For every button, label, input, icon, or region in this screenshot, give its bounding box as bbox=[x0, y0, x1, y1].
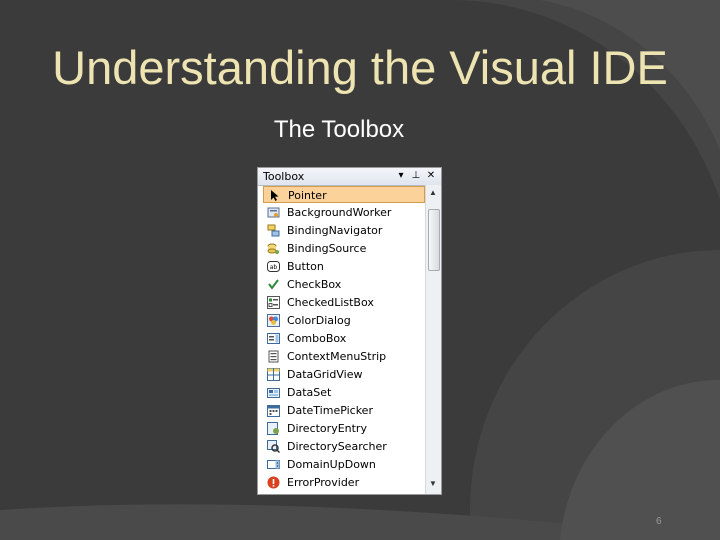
toolbox-header: Toolbox ▾ ⊥ ✕ bbox=[258, 168, 441, 186]
slide-subtitle: The Toolbox bbox=[273, 116, 405, 143]
toolbox-item-label: Button bbox=[287, 260, 324, 273]
pin-icon[interactable]: ⊥ bbox=[409, 169, 423, 183]
checked-listbox-icon bbox=[267, 296, 280, 309]
scrollbar-thumb[interactable] bbox=[428, 209, 440, 271]
toolbox-item-errorprovider[interactable]: ErrorProvider bbox=[263, 474, 425, 491]
toolbox-item-label: DataSet bbox=[287, 386, 332, 399]
toolbox-item-pointer[interactable]: Pointer bbox=[263, 186, 425, 203]
dataset-icon bbox=[267, 388, 280, 398]
background-worker-icon bbox=[267, 207, 280, 218]
toolbox-item-list: Pointer BackgroundWorker BindingNavigato… bbox=[263, 186, 425, 494]
slide-title: Understanding the Visual IDE bbox=[52, 41, 668, 94]
toolbox-item-label: DirectorySearcher bbox=[287, 440, 387, 453]
toolbox-item-domainupdown[interactable]: DomainUpDown bbox=[263, 456, 425, 473]
combobox-icon bbox=[267, 333, 280, 344]
toolbox-item-bindingnavigator[interactable]: BindingNavigator bbox=[263, 222, 425, 239]
toolbox-item-checkedlistbox[interactable]: CheckedListBox bbox=[263, 294, 425, 311]
close-icon[interactable]: ✕ bbox=[424, 169, 438, 183]
toolbox-item-label: BindingSource bbox=[287, 242, 367, 255]
toolbox-item-label: CheckBox bbox=[287, 278, 342, 291]
toolbox-item-checkbox[interactable]: CheckBox bbox=[263, 276, 425, 293]
toolbox-item-bindingsource[interactable]: BindingSource bbox=[263, 240, 425, 257]
context-menu-strip-icon bbox=[268, 350, 279, 363]
directory-searcher-icon bbox=[267, 440, 280, 453]
toolbox-item-colordialog[interactable]: ColorDialog bbox=[263, 312, 425, 329]
dropdown-icon[interactable]: ▾ bbox=[394, 169, 408, 183]
page-number: 6 bbox=[656, 516, 662, 527]
toolbox-item-label: DirectoryEntry bbox=[287, 422, 367, 435]
scroll-down-icon[interactable]: ▼ bbox=[427, 478, 439, 490]
toolbox-item-dataset[interactable]: DataSet bbox=[263, 384, 425, 401]
toolbox-item-label: CheckedListBox bbox=[287, 296, 374, 309]
toolbox-item-label: ColorDialog bbox=[287, 314, 351, 327]
toolbox-item-label: Pointer bbox=[288, 189, 327, 202]
scroll-up-icon[interactable]: ▲ bbox=[427, 187, 439, 199]
toolbox-item-button[interactable]: ab Button bbox=[263, 258, 425, 275]
toolbox-item-directoryentry[interactable]: DirectoryEntry bbox=[263, 420, 425, 437]
toolbox-item-label: ErrorProvider bbox=[287, 476, 360, 489]
binding-navigator-icon bbox=[267, 224, 280, 237]
toolbox-item-combobox[interactable]: ComboBox bbox=[263, 330, 425, 347]
toolbox-item-directorysearcher[interactable]: DirectorySearcher bbox=[263, 438, 425, 455]
toolbox-item-label: ComboBox bbox=[287, 332, 347, 345]
toolbox-item-contextmenustrip[interactable]: ContextMenuStrip bbox=[263, 348, 425, 365]
toolbox-item-label: DateTimePicker bbox=[287, 404, 373, 417]
date-time-picker-icon bbox=[267, 405, 280, 417]
button-icon: ab bbox=[267, 261, 280, 272]
vertical-scrollbar[interactable]: ▲ ▼ bbox=[425, 185, 441, 494]
toolbox-item-label: BackgroundWorker bbox=[287, 206, 392, 219]
toolbox-item-datagridview[interactable]: DataGridView bbox=[263, 366, 425, 383]
error-provider-icon bbox=[267, 476, 280, 489]
checkbox-icon bbox=[268, 279, 279, 290]
color-dialog-icon bbox=[267, 314, 280, 327]
binding-source-icon bbox=[267, 243, 279, 254]
toolbox-item-label: DataGridView bbox=[287, 368, 363, 381]
domain-updown-icon bbox=[267, 460, 280, 469]
toolbox-item-label: DomainUpDown bbox=[287, 458, 376, 471]
directory-entry-icon bbox=[267, 422, 279, 435]
toolbox-title: Toolbox bbox=[263, 170, 305, 183]
toolbox-item-label: BindingNavigator bbox=[287, 224, 383, 237]
toolbox-item-label: ContextMenuStrip bbox=[287, 350, 387, 363]
toolbox-item-backgroundworker[interactable]: BackgroundWorker bbox=[263, 204, 425, 221]
data-grid-view-icon bbox=[267, 368, 280, 381]
toolbox-window[interactable]: Toolbox ▾ ⊥ ✕ Pointer BackgroundWorker B… bbox=[257, 167, 442, 495]
svg-text:ab: ab bbox=[270, 264, 278, 271]
toolbox-item-datetimepicker[interactable]: DateTimePicker bbox=[263, 402, 425, 419]
pointer-icon bbox=[271, 190, 279, 201]
